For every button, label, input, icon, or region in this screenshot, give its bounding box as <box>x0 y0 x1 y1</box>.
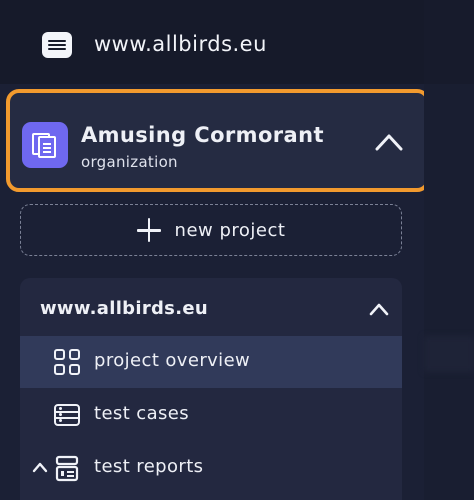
project-title[interactable]: www.allbirds.eu <box>40 298 208 319</box>
nav-item-label: project overview <box>94 350 251 371</box>
site-selector[interactable]: www.allbirds.eu <box>0 0 424 84</box>
chevron-up-icon[interactable] <box>369 302 389 316</box>
organization-switcher[interactable]: Amusing Cormorant organization <box>6 89 430 192</box>
plus-icon <box>136 218 161 242</box>
nav-item-test-cases[interactable]: test cases <box>20 389 402 441</box>
grid-icon <box>52 348 82 376</box>
site-title: www.allbirds.eu <box>94 32 267 56</box>
nav-item-test-reports[interactable]: test reports <box>20 442 402 494</box>
chevron-up-icon[interactable] <box>32 461 48 473</box>
nav-item-label: test reports <box>94 456 204 477</box>
organization-name: Amusing Cormorant <box>81 123 324 147</box>
server-icon <box>42 32 72 58</box>
project-panel: www.allbirds.eu project overview test ca… <box>20 278 402 500</box>
sidebar: www.allbirds.eu Amusing Cormorant organi… <box>0 0 430 500</box>
test-cases-icon <box>54 404 80 426</box>
main-content-edge <box>424 0 474 500</box>
chevron-up-icon[interactable] <box>374 131 404 153</box>
new-project-label: new project <box>174 219 286 241</box>
test-reports-icon <box>55 455 79 482</box>
new-project-button[interactable]: new project <box>20 204 402 256</box>
organization-icon <box>22 122 68 168</box>
organization-type: organization <box>81 153 178 171</box>
nav-item-label: test cases <box>94 403 190 424</box>
nav-item-project-overview[interactable]: project overview <box>20 336 402 388</box>
